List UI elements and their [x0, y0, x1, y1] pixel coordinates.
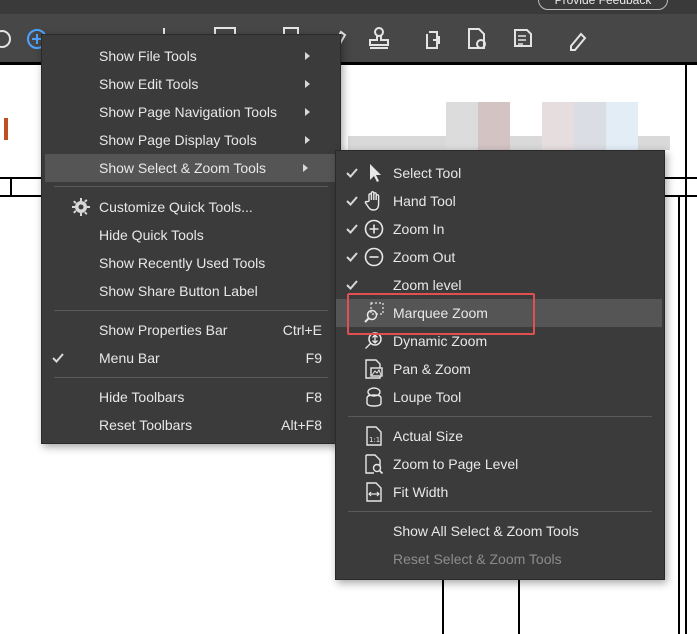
table-line [685, 62, 687, 634]
highlighter-icon[interactable] [565, 26, 591, 52]
menu-item-label: Zoom to Page Level [393, 456, 519, 472]
shortcut-label: Alt+F8 [281, 417, 322, 433]
menu-item-label: Actual Size [393, 428, 464, 444]
menu-item-label: Zoom In [393, 221, 445, 237]
blurred-block [574, 102, 606, 150]
menu-item-show-page-navigation-tools[interactable]: Show Page Navigation Tools [42, 98, 340, 126]
document-mark [4, 118, 8, 140]
menu-separator [348, 511, 652, 512]
select-zoom-submenu: Select Tool Hand Tool Zoom In Zoom Out Z… [335, 150, 665, 580]
submenu-arrow-icon [305, 108, 310, 116]
menu-item-label: Menu Bar [99, 350, 160, 366]
menu-item-label: Hide Toolbars [99, 389, 185, 405]
menu-item-hand-tool[interactable]: Hand Tool [336, 187, 664, 215]
actual-size-icon: 1:1 [363, 425, 385, 447]
fit-width-icon [363, 481, 385, 503]
menu-item-customize-quick-tools[interactable]: Customize Quick Tools... [42, 193, 340, 221]
menu-item-label: Reset Toolbars [99, 417, 193, 433]
zoom-in-circle-icon [363, 218, 385, 240]
menu-item-show-edit-tools[interactable]: Show Edit Tools [42, 70, 340, 98]
provide-feedback-button[interactable]: Provide Feedback [538, 0, 668, 10]
page-rotate-icon[interactable] [421, 26, 447, 52]
checkmark-icon [346, 280, 358, 290]
menu-item-label: Show Select & Zoom Tools [99, 160, 267, 176]
gear-icon [71, 197, 91, 217]
stamp-icon[interactable] [366, 26, 401, 52]
menu-item-show-select-zoom-tools[interactable]: Show Select & Zoom Tools [45, 154, 335, 182]
menu-item-hide-toolbars[interactable]: Hide Toolbars F8 [42, 383, 340, 411]
shortcut-label: Ctrl+E [282, 322, 322, 338]
menu-item-label: Show Page Navigation Tools [99, 104, 277, 120]
table-line [678, 195, 680, 634]
menu-item-label: Show File Tools [99, 48, 197, 64]
menu-item-label: Show Edit Tools [99, 76, 199, 92]
menu-item-label: Customize Quick Tools... [99, 199, 253, 215]
menu-item-reset-select-zoom-tools: Reset Select & Zoom Tools [336, 545, 664, 573]
checkmark-icon [346, 168, 358, 178]
submenu-arrow-icon [305, 52, 310, 60]
menu-item-zoom-in[interactable]: Zoom In [336, 215, 664, 243]
toolbar-context-menu: Show File Tools Show Edit Tools Show Pag… [41, 34, 341, 444]
menu-item-label: Show All Select & Zoom Tools [393, 523, 579, 539]
menu-item-show-all-select-zoom-tools[interactable]: Show All Select & Zoom Tools [336, 517, 664, 545]
menu-item-label: Hide Quick Tools [99, 227, 204, 243]
menu-separator [54, 377, 328, 378]
menu-item-label: Loupe Tool [393, 389, 462, 405]
menu-item-fit-width[interactable]: Fit Width [336, 478, 664, 506]
menu-item-menu-bar[interactable]: Menu Bar F9 [42, 344, 340, 372]
menu-item-label: Fit Width [393, 484, 449, 500]
menu-item-label: Pan & Zoom [393, 361, 471, 377]
cursor-icon [363, 162, 385, 184]
loupe-icon [363, 386, 385, 408]
menu-item-label: Reset Select & Zoom Tools [393, 551, 562, 567]
menu-item-show-properties-bar[interactable]: Show Properties Bar Ctrl+E [42, 316, 340, 344]
svg-text:1:1: 1:1 [369, 436, 380, 444]
menu-item-pan-zoom[interactable]: Pan & Zoom [336, 355, 664, 383]
menu-item-actual-size[interactable]: 1:1 Actual Size [336, 422, 664, 450]
menu-separator [348, 416, 652, 417]
page-insert-icon[interactable] [464, 26, 490, 52]
menu-item-label: Select Tool [393, 165, 462, 181]
hand-icon [363, 190, 385, 212]
zoom-out-circle-icon [363, 246, 385, 268]
menu-item-label: Zoom Out [393, 249, 456, 265]
checkmark-icon [346, 252, 358, 262]
menu-item-label: Show Share Button Label [99, 283, 258, 299]
menu-item-hide-quick-tools[interactable]: Hide Quick Tools [42, 221, 340, 249]
menu-separator [54, 186, 328, 187]
submenu-arrow-icon [303, 164, 308, 172]
menu-item-select-tool[interactable]: Select Tool [336, 159, 664, 187]
partial-toolbar-icon[interactable] [0, 26, 22, 52]
menu-separator [54, 310, 328, 311]
menu-item-zoom-out[interactable]: Zoom Out [336, 243, 664, 271]
menu-item-show-recently-used-tools[interactable]: Show Recently Used Tools [42, 249, 340, 277]
blurred-block [446, 102, 478, 150]
pan-zoom-icon [363, 358, 385, 380]
blurred-block [606, 102, 638, 150]
menu-item-show-file-tools[interactable]: Show File Tools [42, 42, 340, 70]
menu-item-label: Show Properties Bar [99, 322, 228, 338]
menu-item-loupe-tool[interactable]: Loupe Tool [336, 383, 664, 411]
blurred-block [478, 102, 510, 150]
menu-item-show-share-button-label[interactable]: Show Share Button Label [42, 277, 340, 305]
menu-item-reset-toolbars[interactable]: Reset Toolbars Alt+F8 [42, 411, 340, 439]
menu-item-zoom-to-page-level[interactable]: Zoom to Page Level [336, 450, 664, 478]
checkmark-icon [52, 353, 64, 363]
submenu-arrow-icon [305, 80, 310, 88]
zoom-page-icon [363, 453, 385, 475]
shortcut-label: F9 [305, 350, 322, 366]
blurred-block [542, 102, 574, 150]
edit-doc-icon[interactable] [511, 26, 537, 52]
shortcut-label: F8 [305, 389, 322, 405]
menu-item-label: Show Page Display Tools [99, 132, 257, 148]
menu-item-label: Hand Tool [393, 193, 456, 209]
checkmark-icon [346, 196, 358, 206]
checkmark-icon [346, 224, 358, 234]
highlight-callout-box [347, 293, 535, 335]
menu-item-show-page-display-tools[interactable]: Show Page Display Tools [42, 126, 340, 154]
table-line [10, 177, 12, 195]
menu-item-label: Show Recently Used Tools [99, 255, 266, 271]
submenu-arrow-icon [305, 136, 310, 144]
